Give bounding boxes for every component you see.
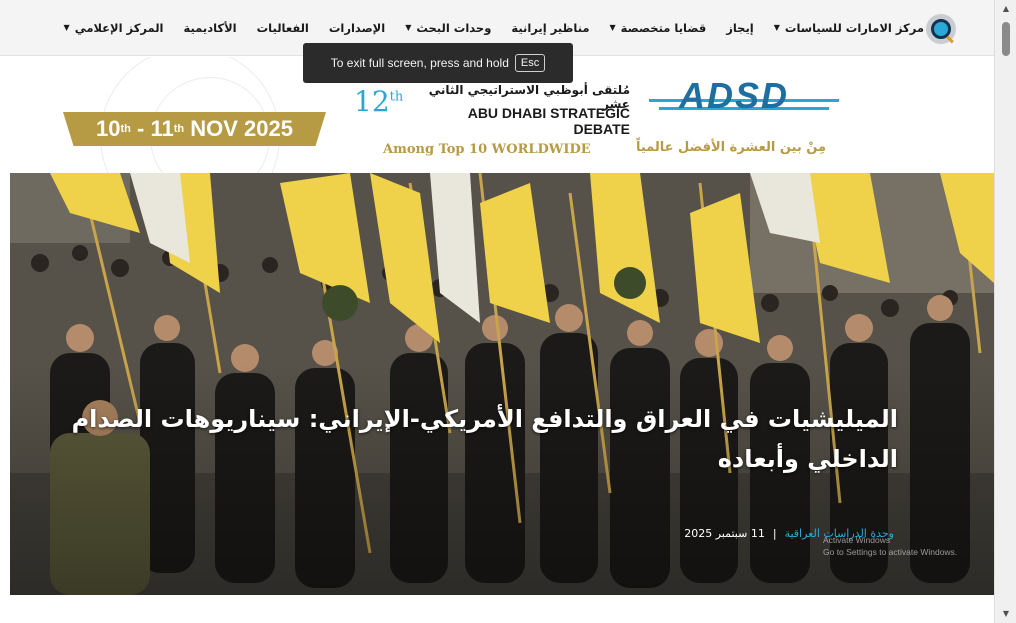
chevron-down-icon: ▼ [405,23,412,32]
main-menu: مركز الامارات للسياسات ▼ إيجاز قضايا متخص… [54,21,934,35]
tagline-english: Among Top 10 WORLDWIDE [383,142,591,157]
nav-item-iranian-perspectives[interactable]: مناظير إيرانية [501,21,599,35]
fullscreen-exit-notice: To exit full screen, press and hold Esc [303,43,573,83]
site-logo-icon[interactable] [926,14,956,44]
nav-item-brief[interactable]: إيجاز [716,21,764,35]
fullscreen-notice-text: To exit full screen, press and hold [330,56,509,70]
nav-item-events[interactable]: الفعاليات [247,21,319,35]
brand-text: ADSD [679,75,790,116]
tagline-arabic: مِنْ بين العشرة الأفضل عالمياً [635,140,826,155]
windows-activation-watermark: Activate Windows Go to Settings to activ… [823,535,958,557]
scroll-up-icon[interactable]: ▲ [995,2,1016,16]
nav-item-academy[interactable]: الأكاديمية [174,21,247,35]
hero-article[interactable]: الميليشيات في العراق والتدافع الأمريكي-ا… [10,173,994,595]
nav-item-policy-center[interactable]: مركز الامارات للسياسات ▼ [764,21,934,35]
vertical-scrollbar[interactable]: ▲ ▼ [994,0,1016,623]
event-title-english: ABU DHABI STRATEGIC DEBATE [467,105,630,137]
scroll-down-icon[interactable]: ▼ [995,607,1016,621]
hero-article-title[interactable]: الميليشيات في العراق والتدافع الأمريكي-ا… [18,399,898,479]
esc-key-badge: Esc [514,54,546,72]
chevron-down-icon: ▼ [609,23,616,32]
nav-item-media-center[interactable]: المركز الإعلامي ▼ [54,21,174,35]
article-date: 11 سبتمبر 2025 [684,527,765,540]
chevron-down-icon: ▼ [63,23,70,32]
meta-separator: | [772,527,777,540]
nav-item-special-issues[interactable]: قضايا متخصصة ▼ [600,21,717,35]
nav-item-research-units[interactable]: وحدات البحث ▼ [395,21,501,35]
adsd-logo: ADSD [649,75,839,117]
chevron-down-icon: ▼ [773,23,780,32]
scrollbar-thumb[interactable] [1002,22,1010,56]
edition-number: 12th [354,85,404,118]
page: مركز الامارات للسياسات ▼ إيجاز قضايا متخص… [0,0,1016,623]
event-dates: 10th - 11th NOV 2025 [63,112,326,146]
nav-item-publications[interactable]: الإصدارات [319,21,395,35]
